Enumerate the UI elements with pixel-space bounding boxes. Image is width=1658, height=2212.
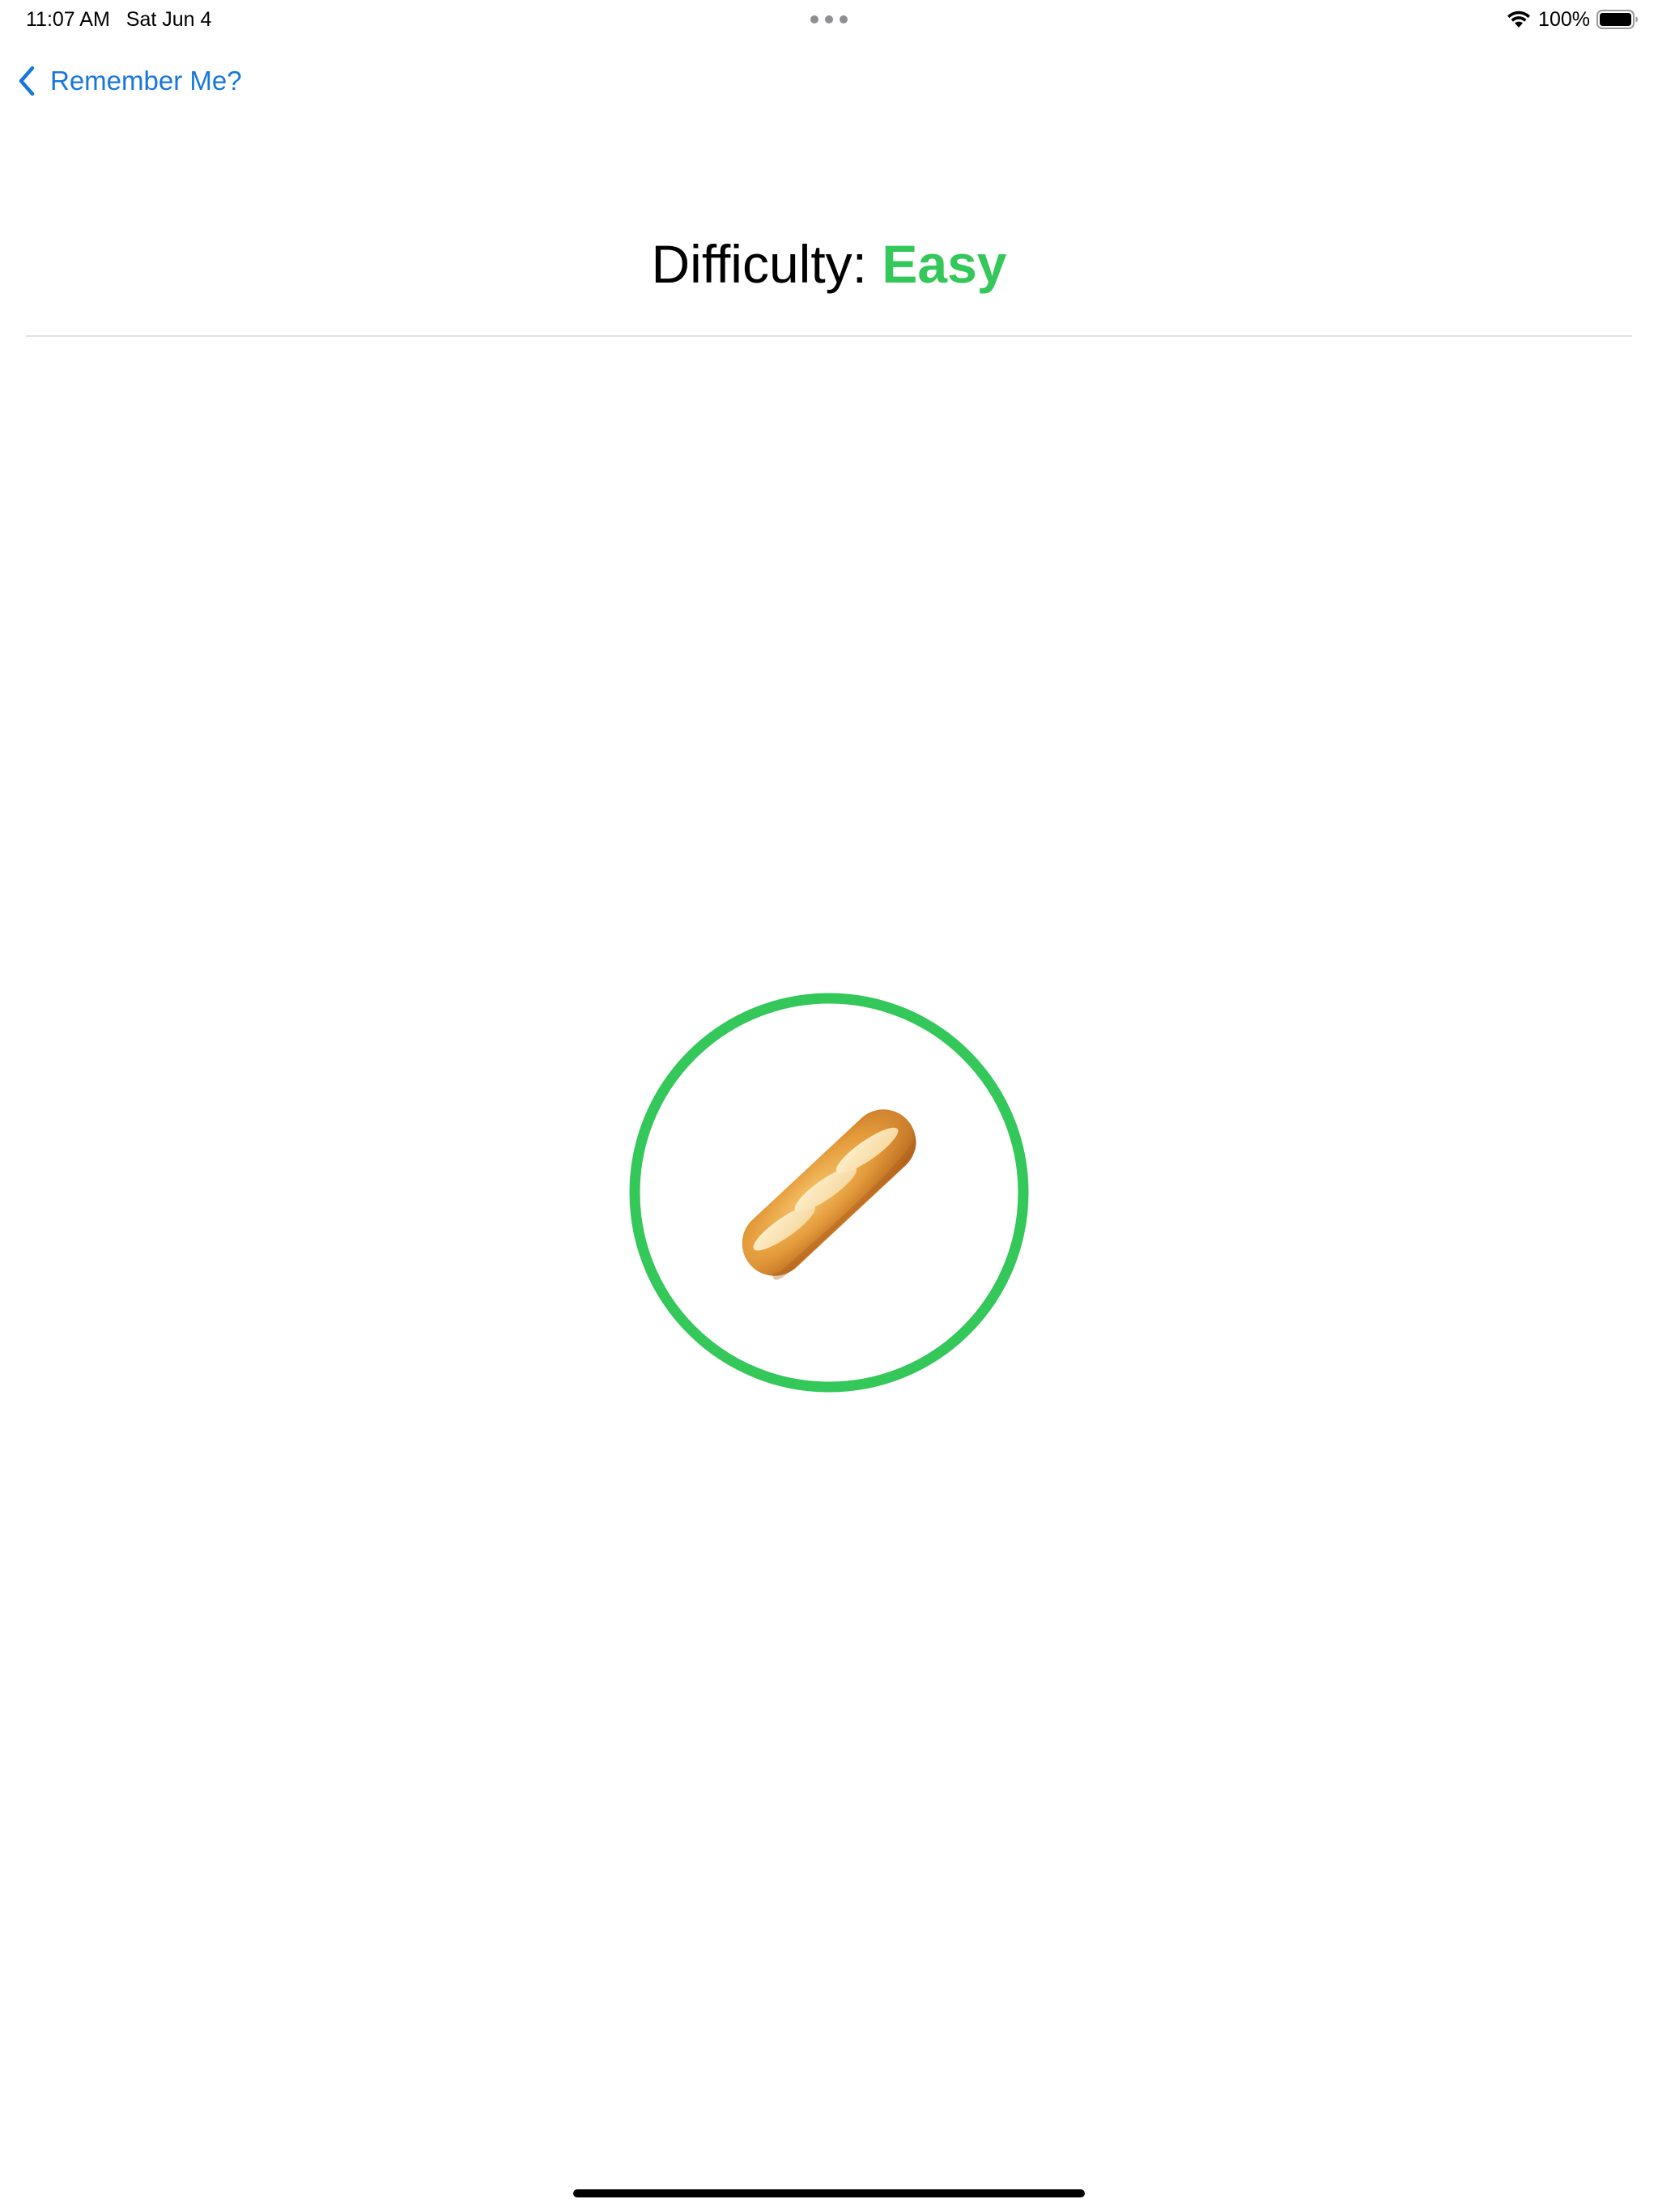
wifi-icon [1507,11,1531,28]
difficulty-title: Difficulty: Easy [0,232,1658,296]
back-button-label: Remember Me? [50,66,242,96]
battery-icon [1596,10,1638,29]
multitasking-dots-icon[interactable] [810,15,848,24]
status-date: Sat Jun 4 [125,8,212,31]
title-divider [26,335,1632,337]
difficulty-label: Difficulty: [651,234,882,294]
back-button[interactable]: Remember Me? [18,58,242,104]
battery-percent: 100% [1538,7,1590,31]
difficulty-value: Easy [882,234,1007,294]
emoji-card[interactable] [628,992,1030,1393]
chevron-left-icon [19,66,35,96]
home-indicator[interactable] [573,2189,1085,2197]
status-time: 11:07 AM [26,8,110,31]
status-indicators: 100% [1506,6,1639,32]
status-time-date: 11:07 AM Sat Jun 4 [26,6,211,32]
baguette-bread-icon [742,1109,916,1280]
status-bar: 11:07 AM Sat Jun 4 100% [0,0,1658,39]
